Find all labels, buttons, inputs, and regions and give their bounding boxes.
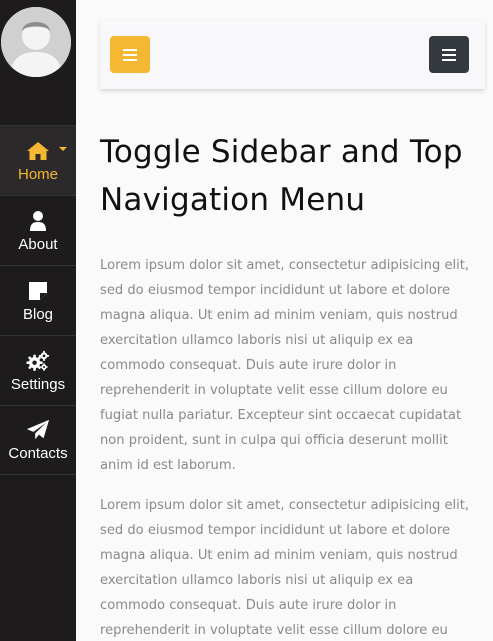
body-paragraph: Lorem ipsum dolor sit amet, consectetur …	[100, 498, 470, 638]
sidebar-item-label: Blog	[22, 305, 54, 323]
top-menu-toggle-button[interactable]	[429, 36, 469, 73]
sidebar-item-label: Home	[17, 165, 58, 183]
page-title: Toggle Sidebar and Top Navigation Menu	[100, 134, 463, 218]
note-icon	[26, 279, 50, 303]
user-avatar-icon	[1, 7, 71, 77]
bars-icon	[442, 48, 456, 61]
sidebar-item-about[interactable]: About	[0, 195, 76, 265]
home-icon	[26, 139, 50, 163]
sidebar-item-settings[interactable]: Settings	[0, 335, 76, 405]
cogs-icon	[26, 349, 50, 373]
sidebar-item-label: Settings	[10, 375, 66, 393]
bars-icon	[123, 48, 137, 61]
user-icon	[26, 209, 50, 233]
sidebar-item-contacts[interactable]: Contacts	[0, 405, 76, 475]
sidebar-item-label: About	[18, 235, 58, 253]
chevron-down-icon[interactable]	[59, 147, 67, 151]
sidebar-nav: Home About Blog Settings Contacts	[0, 125, 76, 475]
sidebar-item-blog[interactable]: Blog	[0, 265, 76, 335]
top-navigation-bar	[100, 20, 485, 89]
sidebar-item-home[interactable]: Home	[0, 125, 76, 195]
body-paragraph: Lorem ipsum dolor sit amet, consectetur …	[100, 258, 470, 473]
sidebar-item-label: Contacts	[8, 445, 68, 462]
sidebar-toggle-button[interactable]	[110, 36, 150, 73]
avatar[interactable]	[1, 7, 71, 77]
paper-plane-icon	[26, 418, 50, 442]
main-content: Toggle Sidebar and Top Navigation Menu L…	[100, 128, 480, 641]
sidebar: Home About Blog Settings Contacts	[0, 0, 76, 641]
